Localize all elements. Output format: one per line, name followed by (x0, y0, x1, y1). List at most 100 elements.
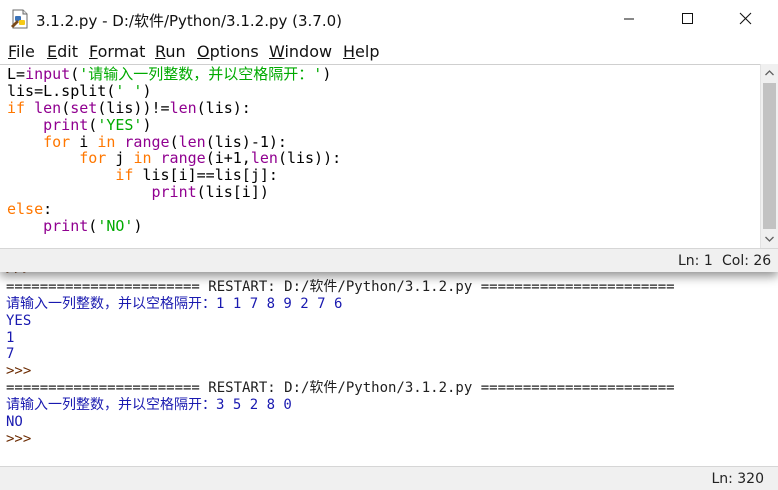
code-token: ( (70, 65, 80, 83)
close-icon (739, 12, 752, 25)
code-token: for (79, 149, 107, 168)
code-token: if (115, 166, 134, 185)
shell-stdout-line: YES (6, 312, 32, 329)
code-token: L= (7, 65, 26, 83)
code-token: ( (169, 132, 179, 151)
code-line: else: (7, 201, 341, 218)
scrollbar-thumb[interactable] (763, 83, 776, 229)
shell-output[interactable]: >>>======================= RESTART: D:/软… (6, 262, 772, 448)
code-token: ' ' (115, 81, 143, 100)
menu-window[interactable]: Window (269, 42, 332, 61)
code-token: in (97, 132, 116, 151)
code-token: lis=L.split( (7, 81, 116, 100)
code-token: in (133, 149, 152, 168)
code-line: print(lis[i]) (7, 184, 341, 201)
shell-stdout-line: 1 (6, 329, 15, 346)
shell-restart-line: ======================= RESTART: D:/软件/P… (6, 278, 675, 295)
code-token: range (124, 132, 170, 151)
scroll-down-button[interactable] (761, 230, 778, 248)
menu-run[interactable]: Run (155, 42, 186, 61)
code-line: lis=L.split(' ') (7, 81, 341, 100)
code-token: '请输入一列整数，并以空格隔开：' (79, 65, 323, 83)
vertical-scrollbar[interactable] (760, 64, 778, 248)
code-token: (lis[i]) (196, 183, 269, 202)
menu-format[interactable]: Format (89, 42, 145, 61)
shell-prompt-line: >>> (6, 363, 32, 380)
menu-edit[interactable]: Edit (47, 42, 78, 61)
shell-line-indicator: Ln: 320 (711, 471, 764, 487)
menu-bar: File Edit Format Run Options Window Help (0, 38, 778, 64)
shell-status-bar: Ln: 320 (0, 466, 778, 490)
code-token: for (43, 132, 71, 151)
code-line: print('YES') (7, 115, 341, 134)
code-token: (lis)-1): (205, 132, 287, 151)
code-line: for i in range(len(lis)-1): (7, 132, 341, 151)
code-token: ) (322, 65, 332, 83)
code-token: ) (142, 81, 152, 100)
maximize-button[interactable] (664, 0, 710, 38)
minimize-button[interactable] (606, 0, 652, 38)
code-token: input (25, 65, 71, 83)
menu-help[interactable]: Help (343, 42, 379, 61)
shell-stdout-line: 请输入一列整数，并以空格隔开：3 5 2 8 0 (6, 397, 292, 414)
code-token: print (43, 115, 89, 134)
code-token: (lis))!= (97, 98, 170, 117)
code-token: 'NO' (97, 217, 134, 236)
chevron-down-icon (765, 236, 774, 242)
minimize-icon (624, 18, 634, 20)
code-token: else (7, 200, 44, 219)
code-token: (lis): (196, 98, 251, 117)
code-editor[interactable]: L=input('请输入一列整数，并以空格隔开：') lis=L.split(' … (0, 64, 760, 248)
shell-stdout-line: 请输入一列整数，并以空格隔开：1 1 7 8 9 2 7 6 (6, 295, 343, 312)
shell-restart-line: ======================= RESTART: D:/软件/P… (6, 380, 675, 397)
idle-python-file-icon (11, 9, 28, 29)
menu-options[interactable]: Options (197, 42, 259, 61)
shell-stdout-line: NO (6, 414, 23, 431)
code-token: range (160, 149, 206, 168)
editor-window: 3.1.2.py - D:/软件/Python/3.1.2.py (3.7.0)… (0, 0, 778, 272)
code-token: 'YES' (97, 115, 143, 134)
editor-column-indicator: Col: 26 (722, 253, 772, 269)
code-token: ) (142, 115, 152, 134)
maximize-icon (682, 13, 693, 24)
chevron-up-icon (765, 70, 774, 76)
code-token: ( (61, 98, 71, 117)
shell-prompt-line: >>> (6, 430, 32, 447)
code-token: if (7, 98, 26, 117)
editor-line-indicator: Ln: 1 (678, 253, 713, 269)
code-token: len (178, 132, 206, 151)
code-line: for j in range(i+1,len(lis)): (7, 150, 341, 167)
title-bar[interactable]: 3.1.2.py - D:/软件/Python/3.1.2.py (3.7.0) (0, 0, 778, 38)
code-token: print (43, 217, 89, 236)
code-token: j (106, 149, 134, 168)
code-token: ( (88, 217, 98, 236)
code-token: len (34, 98, 62, 117)
code-line: if lis[i]==lis[j]: (7, 167, 341, 184)
code-line: print('NO') (7, 218, 341, 235)
code-token: ( (88, 115, 98, 134)
source-code: L=input('请输入一列整数，并以空格隔开：') lis=L.split(' … (7, 66, 341, 235)
editor-status-bar: Ln: 1 Col: 26 (0, 248, 778, 272)
code-token: len (250, 149, 278, 168)
code-token: (i+1, (205, 149, 251, 168)
code-token: : (43, 200, 53, 219)
menu-file[interactable]: File (8, 42, 35, 61)
close-button[interactable] (722, 0, 768, 38)
window-title: 3.1.2.py - D:/软件/Python/3.1.2.py (3.7.0) (36, 12, 343, 30)
code-token: ) (133, 217, 143, 236)
scroll-up-button[interactable] (761, 64, 778, 82)
code-line: L=input('请输入一列整数，并以空格隔开：') (7, 66, 341, 83)
code-token: i (70, 132, 98, 151)
code-token: len (169, 98, 197, 117)
shell-stdout-line: 7 (6, 346, 15, 363)
code-token: set (70, 98, 98, 117)
code-token: print (151, 183, 197, 202)
